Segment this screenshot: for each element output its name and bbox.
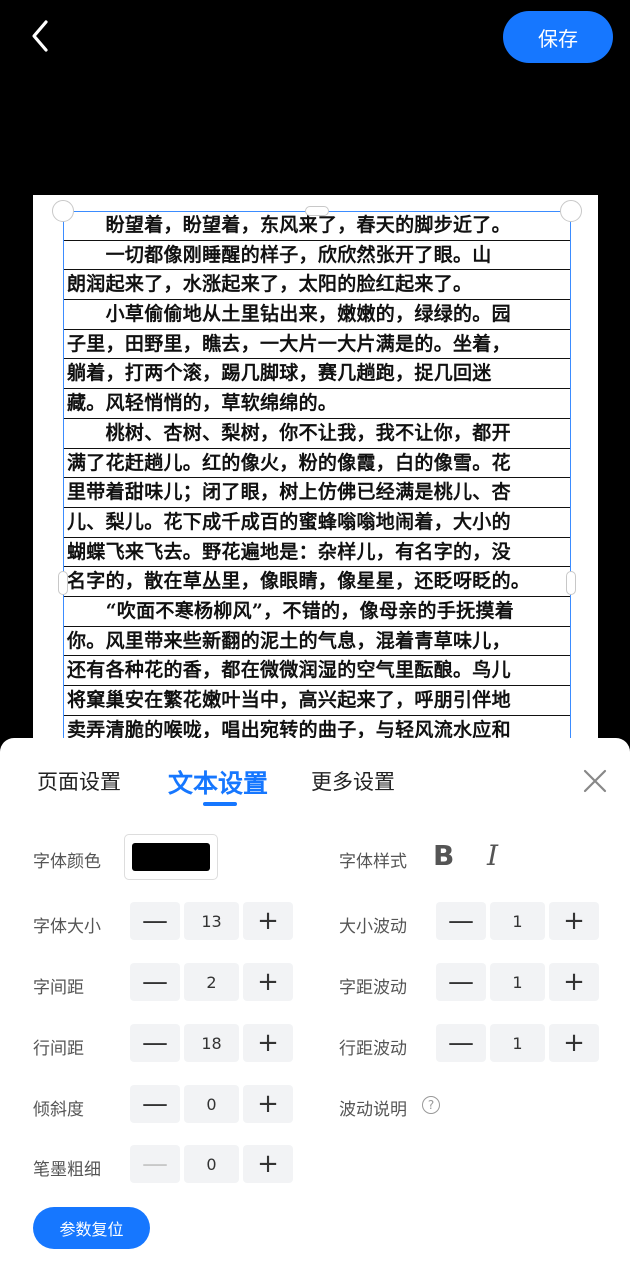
ink-weight-increase-button[interactable]: +: [243, 1145, 293, 1183]
char-spacing-decrease-button[interactable]: —: [130, 963, 180, 1001]
font-style-label: 字体样式: [339, 852, 407, 872]
help-icon[interactable]: ?: [422, 1096, 440, 1114]
size-wave-label: 大小波动: [339, 917, 407, 937]
line-wave-value[interactable]: 1: [490, 1024, 545, 1062]
active-tab-indicator: [203, 802, 237, 806]
slant-increase-button[interactable]: +: [243, 1085, 293, 1123]
tab-text-settings[interactable]: 文本设置: [168, 764, 268, 800]
reset-parameters-button[interactable]: 参数复位: [33, 1207, 150, 1249]
font-color-picker[interactable]: [124, 834, 218, 880]
spacing-wave-increase-button[interactable]: +: [549, 963, 599, 1001]
chevron-left-icon: [32, 20, 48, 52]
line-wave-increase-button[interactable]: +: [549, 1024, 599, 1062]
spacing-wave-decrease-button[interactable]: —: [436, 963, 486, 1001]
ink-weight-value[interactable]: 0: [184, 1145, 239, 1183]
close-button[interactable]: [580, 766, 610, 796]
font-color-swatch: [132, 843, 210, 871]
wave-help-label[interactable]: 波动说明: [339, 1095, 407, 1120]
char-spacing-value[interactable]: 2: [184, 963, 239, 1001]
line-spacing-value[interactable]: 18: [184, 1024, 239, 1062]
resize-handle-top[interactable]: [305, 206, 329, 216]
size-wave-decrease-button[interactable]: —: [436, 902, 486, 940]
resize-handle-top-left[interactable]: [52, 200, 74, 222]
font-color-label: 字体颜色: [33, 852, 101, 872]
size-wave-value[interactable]: 1: [490, 902, 545, 940]
tab-more-settings[interactable]: 更多设置: [311, 766, 395, 796]
char-spacing-increase-button[interactable]: +: [243, 963, 293, 1001]
line-wave-label: 行距波动: [339, 1039, 407, 1059]
line-wave-decrease-button[interactable]: —: [436, 1024, 486, 1062]
paper-preview: 盼望着，盼望着，东风来了，春天的脚步近了。 一切都像刚睡醒的样子，欣欣然张开了眼…: [33, 195, 598, 755]
resize-handle-top-right[interactable]: [560, 200, 582, 222]
resize-handle-left[interactable]: [58, 571, 68, 595]
slant-label: 倾斜度: [33, 1100, 84, 1120]
font-size-label: 字体大小: [33, 917, 101, 937]
save-button[interactable]: 保存: [503, 11, 613, 63]
resize-handle-right[interactable]: [566, 571, 576, 595]
line-spacing-label: 行间距: [33, 1039, 84, 1059]
font-size-increase-button[interactable]: +: [243, 902, 293, 940]
spacing-wave-value[interactable]: 1: [490, 963, 545, 1001]
font-size-decrease-button[interactable]: —: [130, 902, 180, 940]
bold-button[interactable]: B: [433, 839, 454, 872]
char-spacing-label: 字间距: [33, 978, 84, 998]
ink-weight-decrease-button[interactable]: —: [130, 1145, 180, 1183]
italic-button[interactable]: I: [487, 839, 498, 872]
line-spacing-increase-button[interactable]: +: [243, 1024, 293, 1062]
tab-page-settings[interactable]: 页面设置: [37, 766, 121, 796]
settings-sheet: 页面设置 文本设置 更多设置 字体颜色 字体样式 B I 字体大小 — 13 +…: [0, 738, 630, 1280]
font-size-value[interactable]: 13: [184, 902, 239, 940]
slant-value[interactable]: 0: [184, 1085, 239, 1123]
ink-weight-label: 笔墨粗细: [33, 1160, 101, 1180]
spacing-wave-label: 字距波动: [339, 978, 407, 998]
line-spacing-decrease-button[interactable]: —: [130, 1024, 180, 1062]
close-icon: [583, 769, 607, 793]
size-wave-increase-button[interactable]: +: [549, 902, 599, 940]
slant-decrease-button[interactable]: —: [130, 1085, 180, 1123]
back-button[interactable]: [22, 16, 62, 56]
text-selection-box[interactable]: [63, 211, 571, 755]
